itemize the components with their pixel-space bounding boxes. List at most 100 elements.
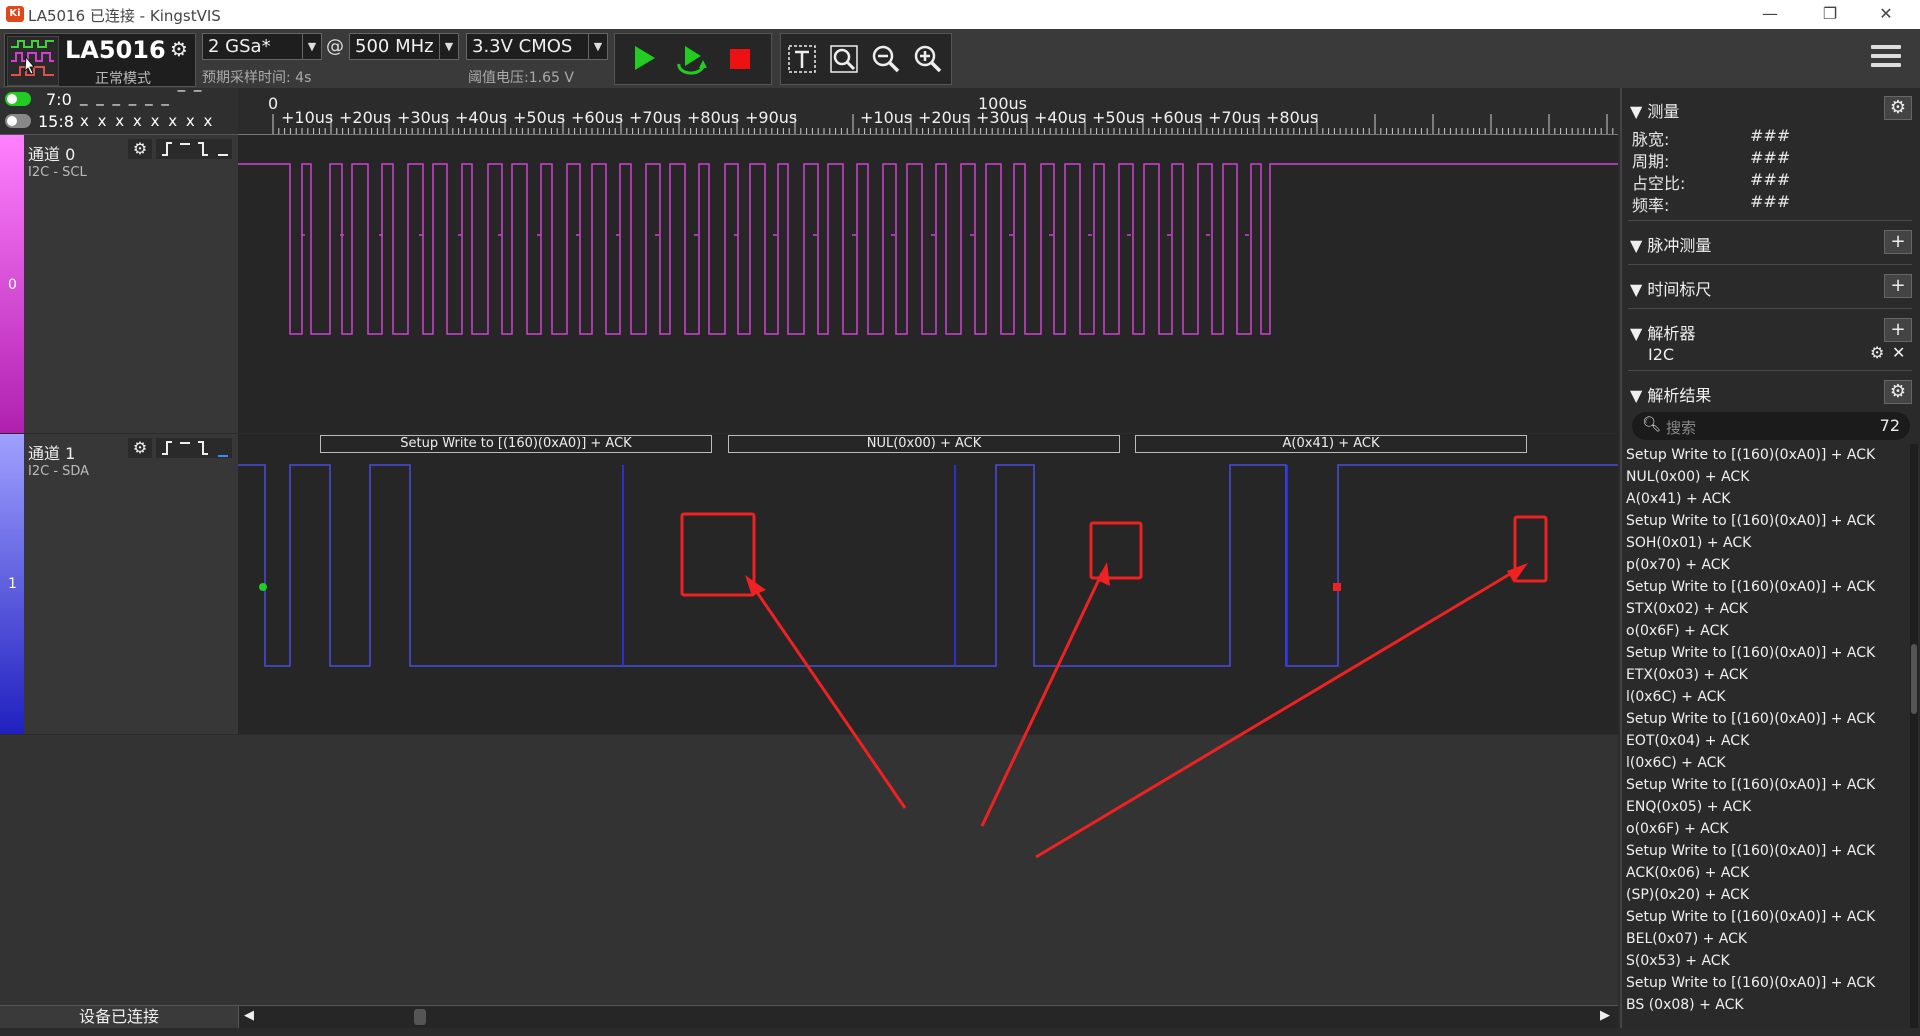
channel-0-name[interactable]: 通道 0 bbox=[28, 141, 75, 165]
result-item[interactable]: S(0x53) + ACK bbox=[1626, 950, 1908, 972]
restore-button[interactable]: ❐ bbox=[1812, 2, 1848, 26]
channel-1-panel: 1 通道 1 I2C - SDA ⚙ bbox=[0, 434, 239, 734]
result-item[interactable]: NUL(0x00) + ACK bbox=[1626, 466, 1908, 488]
analyzer-item[interactable]: I2C bbox=[1648, 345, 1674, 364]
search-placeholder: 搜索 bbox=[1666, 419, 1697, 437]
add-analyzer-icon[interactable]: + bbox=[1884, 318, 1912, 342]
decode-label[interactable]: Setup Write to [(160)(0xA0)] + ACK bbox=[320, 435, 712, 453]
pulse-title[interactable]: ▼ 脉冲测量 bbox=[1630, 232, 1711, 256]
timescale-title[interactable]: ▼ 时间标尺 bbox=[1630, 276, 1711, 300]
decode-label[interactable]: A(0x41) + ACK bbox=[1135, 435, 1527, 453]
voltage-select[interactable]: 3.3V CMOS ▼ bbox=[466, 33, 608, 60]
result-item[interactable]: Setup Write to [(160)(0xA0)] + ACK bbox=[1626, 510, 1908, 532]
result-item[interactable]: Setup Write to [(160)(0xA0)] + ACK bbox=[1626, 642, 1908, 664]
result-item[interactable]: ETX(0x03) + ACK bbox=[1626, 664, 1908, 686]
measure-title[interactable]: ▼ 测量 bbox=[1630, 98, 1679, 122]
chevron-down-icon: ▼ bbox=[588, 34, 607, 59]
voltage-value: 3.3V CMOS bbox=[472, 36, 573, 57]
result-item[interactable]: p(0x70) + ACK bbox=[1626, 554, 1908, 576]
group-marks-1: _ _ _ _ _ _ ‾ ‾ bbox=[80, 88, 204, 106]
result-item[interactable]: A(0x41) + ACK bbox=[1626, 488, 1908, 510]
result-item[interactable]: o(0x6F) + ACK bbox=[1626, 818, 1908, 840]
sample-freq-value: 500 MHz bbox=[355, 36, 434, 57]
channel-1-name[interactable]: 通道 1 bbox=[28, 440, 75, 464]
zoom-out-icon[interactable] bbox=[869, 42, 903, 76]
ruler-tick-label: +50us bbox=[513, 108, 566, 127]
result-item[interactable]: Setup Write to [(160)(0xA0)] + ACK bbox=[1626, 444, 1908, 466]
start-icon[interactable] bbox=[625, 40, 661, 76]
measure-settings-icon[interactable]: ⚙ bbox=[1884, 96, 1912, 120]
result-item[interactable]: Setup Write to [(160)(0xA0)] + ACK bbox=[1626, 708, 1908, 730]
result-item[interactable]: ACK(0x06) + ACK bbox=[1626, 862, 1908, 884]
result-item[interactable]: STX(0x02) + ACK bbox=[1626, 598, 1908, 620]
add-timescale-icon[interactable]: + bbox=[1884, 274, 1912, 298]
channel-1-trigger-icons[interactable] bbox=[156, 438, 232, 458]
results-search-input[interactable]: 🔍︎ 搜索 72 bbox=[1632, 412, 1910, 440]
analyzer-settings-icon[interactable]: ⚙ bbox=[1870, 343, 1884, 362]
stop-icon[interactable] bbox=[721, 40, 757, 76]
decode-label[interactable]: NUL(0x00) + ACK bbox=[728, 435, 1120, 453]
result-item[interactable]: BEL(0x07) + ACK bbox=[1626, 928, 1908, 950]
device-panel: LA5016 ⚙ 正常模式 bbox=[4, 33, 196, 87]
add-pulse-icon[interactable]: + bbox=[1884, 230, 1912, 254]
result-item[interactable]: BS (0x08) + ACK bbox=[1626, 994, 1908, 1016]
results-title[interactable]: ▼ 解析结果 bbox=[1630, 382, 1711, 406]
result-item[interactable]: SOH(0x01) + ACK bbox=[1626, 532, 1908, 554]
time-ruler[interactable]: 0 100us +10us +20us +30us +40us +50us +60us +7… bbox=[238, 88, 1618, 135]
ruler-tick-label: +50us bbox=[1092, 108, 1145, 127]
zoom-fit-icon[interactable] bbox=[827, 42, 861, 76]
right-panel: ▼ 测量 ⚙ 脉宽: ### 周期: ### 占空比: ### 频率: ### … bbox=[1620, 88, 1920, 1028]
scroll-right-icon[interactable]: ▶ bbox=[1600, 1008, 1610, 1023]
ruler-tick-label: +20us bbox=[918, 108, 971, 127]
group-toggle-on[interactable] bbox=[5, 92, 31, 106]
channel-1-number: 1 bbox=[8, 576, 17, 592]
ruler-tick-label: +70us bbox=[1208, 108, 1261, 127]
channel-1-waveform[interactable]: Setup Write to [(160)(0xA0)] + ACK NUL(0… bbox=[238, 434, 1618, 734]
group-toggle-off[interactable] bbox=[5, 114, 31, 128]
result-item[interactable]: l(0x6C) + ACK bbox=[1626, 686, 1908, 708]
result-item[interactable]: o(0x6F) + ACK bbox=[1626, 620, 1908, 642]
result-item[interactable]: Setup Write to [(160)(0xA0)] + ACK bbox=[1626, 840, 1908, 862]
ruler-tick-label: +60us bbox=[571, 108, 624, 127]
device-settings-icon[interactable]: ⚙ bbox=[167, 36, 191, 62]
analyzer-remove-icon[interactable]: ✕ bbox=[1892, 343, 1905, 362]
loop-run-icon[interactable] bbox=[673, 40, 709, 76]
group-label-2: 15:8 bbox=[38, 112, 74, 131]
hamburger-menu-icon[interactable] bbox=[1871, 45, 1901, 71]
result-item[interactable]: Setup Write to [(160)(0xA0)] + ACK bbox=[1626, 774, 1908, 796]
result-item[interactable]: Setup Write to [(160)(0xA0)] + ACK bbox=[1626, 906, 1908, 928]
device-waveform-icon[interactable] bbox=[7, 36, 59, 86]
result-item[interactable]: Setup Write to [(160)(0xA0)] + ACK bbox=[1626, 972, 1908, 994]
horizontal-scroll-thumb[interactable] bbox=[414, 1009, 426, 1025]
close-button[interactable]: ✕ bbox=[1868, 2, 1904, 26]
ruler-tick-label: +30us bbox=[976, 108, 1029, 127]
sample-rate-select[interactable]: 2 GSa* ▼ bbox=[202, 33, 322, 60]
result-item[interactable]: EOT(0x04) + ACK bbox=[1626, 730, 1908, 752]
results-settings-icon[interactable]: ⚙ bbox=[1884, 380, 1912, 404]
text-cursor-icon[interactable] bbox=[785, 42, 819, 76]
channel-1-settings-icon[interactable]: ⚙ bbox=[128, 438, 152, 458]
result-item[interactable]: l(0x6C) + ACK bbox=[1626, 752, 1908, 774]
channel-0-waveform[interactable] bbox=[238, 135, 1618, 433]
channel-group-header: 7:0 _ _ _ _ _ _ ‾ ‾ 15:8 x x x x x x x x bbox=[0, 88, 238, 135]
result-item[interactable]: ENQ(0x05) + ACK bbox=[1626, 796, 1908, 818]
measure-label: 频率: bbox=[1632, 196, 1670, 215]
channel-0-trigger-icons[interactable] bbox=[156, 139, 232, 159]
results-list[interactable]: Setup Write to [(160)(0xA0)] + ACK NUL(0x… bbox=[1626, 444, 1908, 1028]
sample-rate-value: 2 GSa* bbox=[208, 36, 271, 57]
ruler-tick-label: +20us bbox=[339, 108, 392, 127]
minimize-button[interactable]: — bbox=[1752, 2, 1788, 26]
results-scrollbar[interactable] bbox=[1910, 444, 1918, 1028]
analyzer-title[interactable]: ▼ 解析器 bbox=[1630, 320, 1695, 344]
zoom-in-icon[interactable] bbox=[911, 42, 945, 76]
result-item[interactable]: Setup Write to [(160)(0xA0)] + ACK bbox=[1626, 576, 1908, 598]
channel-0-settings-icon[interactable]: ⚙ bbox=[128, 139, 152, 159]
sample-freq-select[interactable]: 500 MHz ▼ bbox=[349, 33, 459, 60]
result-item[interactable]: (SP)(0x20) + ACK bbox=[1626, 884, 1908, 906]
channel-0-buttons: ⚙ bbox=[128, 139, 234, 159]
search-icon: 🔍︎ bbox=[1642, 415, 1662, 433]
scroll-left-icon[interactable]: ◀ bbox=[244, 1008, 254, 1023]
group-label-1: 7:0 bbox=[46, 90, 72, 109]
empty-channel-area bbox=[0, 735, 1618, 1005]
group-marks-2: x x x x x x x x bbox=[80, 112, 215, 130]
